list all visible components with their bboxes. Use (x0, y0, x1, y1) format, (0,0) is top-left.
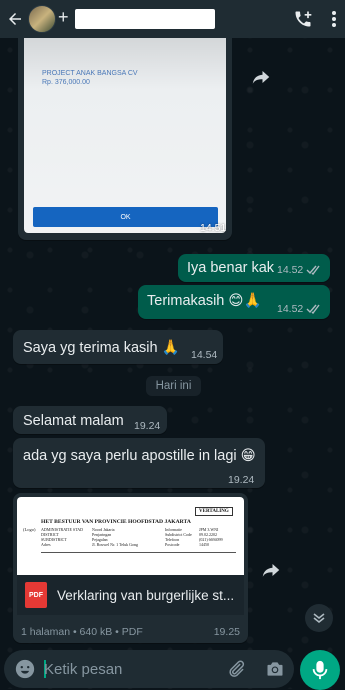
message-composer (4, 650, 294, 688)
document-file-row[interactable]: PDF Verklaring van burgerlijke st... (17, 575, 244, 615)
message-text: Selamat malam (23, 413, 124, 429)
document-stamp: VERTALING (195, 507, 233, 516)
forward-button[interactable] (256, 555, 286, 585)
document-preview[interactable]: VERTALING HET BESTUUR VAN PROVINCIE HOOF… (17, 497, 244, 575)
message-meta: 14.52 (277, 264, 322, 276)
scroll-to-bottom-button[interactable] (305, 604, 333, 632)
camera-icon[interactable] (265, 659, 285, 679)
forward-icon (262, 564, 280, 577)
document-preview-mid: Noord Jakarta Penjaringan Pejagalan Jl. … (92, 527, 138, 547)
message-time: 14.52 (277, 264, 304, 276)
document-logo-label: (Logo) (23, 527, 36, 532)
document-preview-right-labels: Informatie Subdistrict Code Telefoon Pos… (165, 527, 192, 547)
document-preview-right-values: JPM 3.WNI 09.02.2202 (021) 6694099 14450 (199, 527, 223, 547)
message-text: Iya benar kak (187, 260, 275, 276)
message-text: ada yg saya perlu apostille in lagi 😁 (23, 448, 256, 464)
message-time: 19.24 (134, 420, 161, 432)
attach-icon[interactable] (226, 659, 246, 679)
message-meta: 14.52 (277, 303, 322, 315)
document-message[interactable]: VERTALING HET BESTUUR VAN PROVINCIE HOOF… (13, 493, 248, 643)
document-name: Verklaring van burgerlijke st... (57, 587, 235, 603)
emoji-icon[interactable] (14, 658, 36, 680)
outgoing-message[interactable]: Terimakasih 😊🙏 14.52 (138, 285, 330, 319)
image-ok-button: OK (33, 207, 218, 227)
double-check-icon (306, 265, 320, 275)
message-text: Saya yg terima kasih 🙏 (23, 340, 180, 356)
voice-message-button[interactable] (300, 650, 340, 690)
chat-header: + (0, 0, 345, 38)
message-meta: 19.24 (134, 420, 160, 432)
document-meta: 1 halaman • 640 kB • PDF (21, 626, 143, 638)
date-separator: Hari ini (146, 376, 201, 396)
back-button[interactable] (4, 0, 26, 38)
more-options-icon[interactable] (331, 10, 337, 28)
double-check-icon (306, 304, 320, 314)
message-input[interactable] (44, 656, 214, 682)
forward-button[interactable] (246, 62, 276, 92)
chevron-double-down-icon (313, 613, 325, 624)
message-text: Terimakasih 😊🙏 (147, 293, 262, 309)
message-time: 14.54 (191, 349, 218, 361)
message-time: 14.52 (277, 303, 304, 315)
message-time: 19.25 (213, 626, 240, 638)
microphone-icon (312, 660, 328, 680)
message-time: 19.24 (228, 474, 255, 486)
pdf-file-icon: PDF (25, 582, 47, 608)
outgoing-message[interactable]: Iya benar kak 14.52 (178, 254, 330, 282)
contact-avatar[interactable] (28, 5, 56, 33)
document-divider (41, 552, 236, 553)
plus-icon: + (58, 7, 69, 27)
incoming-message[interactable]: Saya yg terima kasih 🙏 14.54 (13, 330, 223, 364)
image-text-line2: Rp. 376,000.00 (42, 79, 90, 86)
document-preview-left: ADMINISTRATIE STAD DISTRICT SUBDISTRICT … (41, 527, 84, 547)
image-text-line1: PROJECT ANAK BANGSA CV (42, 70, 138, 77)
add-call-icon[interactable] (293, 9, 313, 29)
incoming-message[interactable]: Selamat malam 19.24 (13, 406, 167, 434)
image-preview[interactable]: PROJECT ANAK BANGSA CV Rp. 376,000.00 (24, 28, 226, 233)
message-meta: 19.24 (228, 474, 254, 486)
contact-name-redacted[interactable] (74, 9, 215, 29)
message-meta: 14.54 (191, 349, 217, 361)
forward-icon (252, 71, 270, 84)
document-preview-title: HET BESTUUR VAN PROVINCIE HOOFDSTAD JAKA… (41, 519, 191, 525)
incoming-message[interactable]: ada yg saya perlu apostille in lagi 😁 19… (13, 438, 265, 488)
message-time: 14.51 (200, 222, 227, 234)
arrow-left-icon (9, 13, 21, 25)
